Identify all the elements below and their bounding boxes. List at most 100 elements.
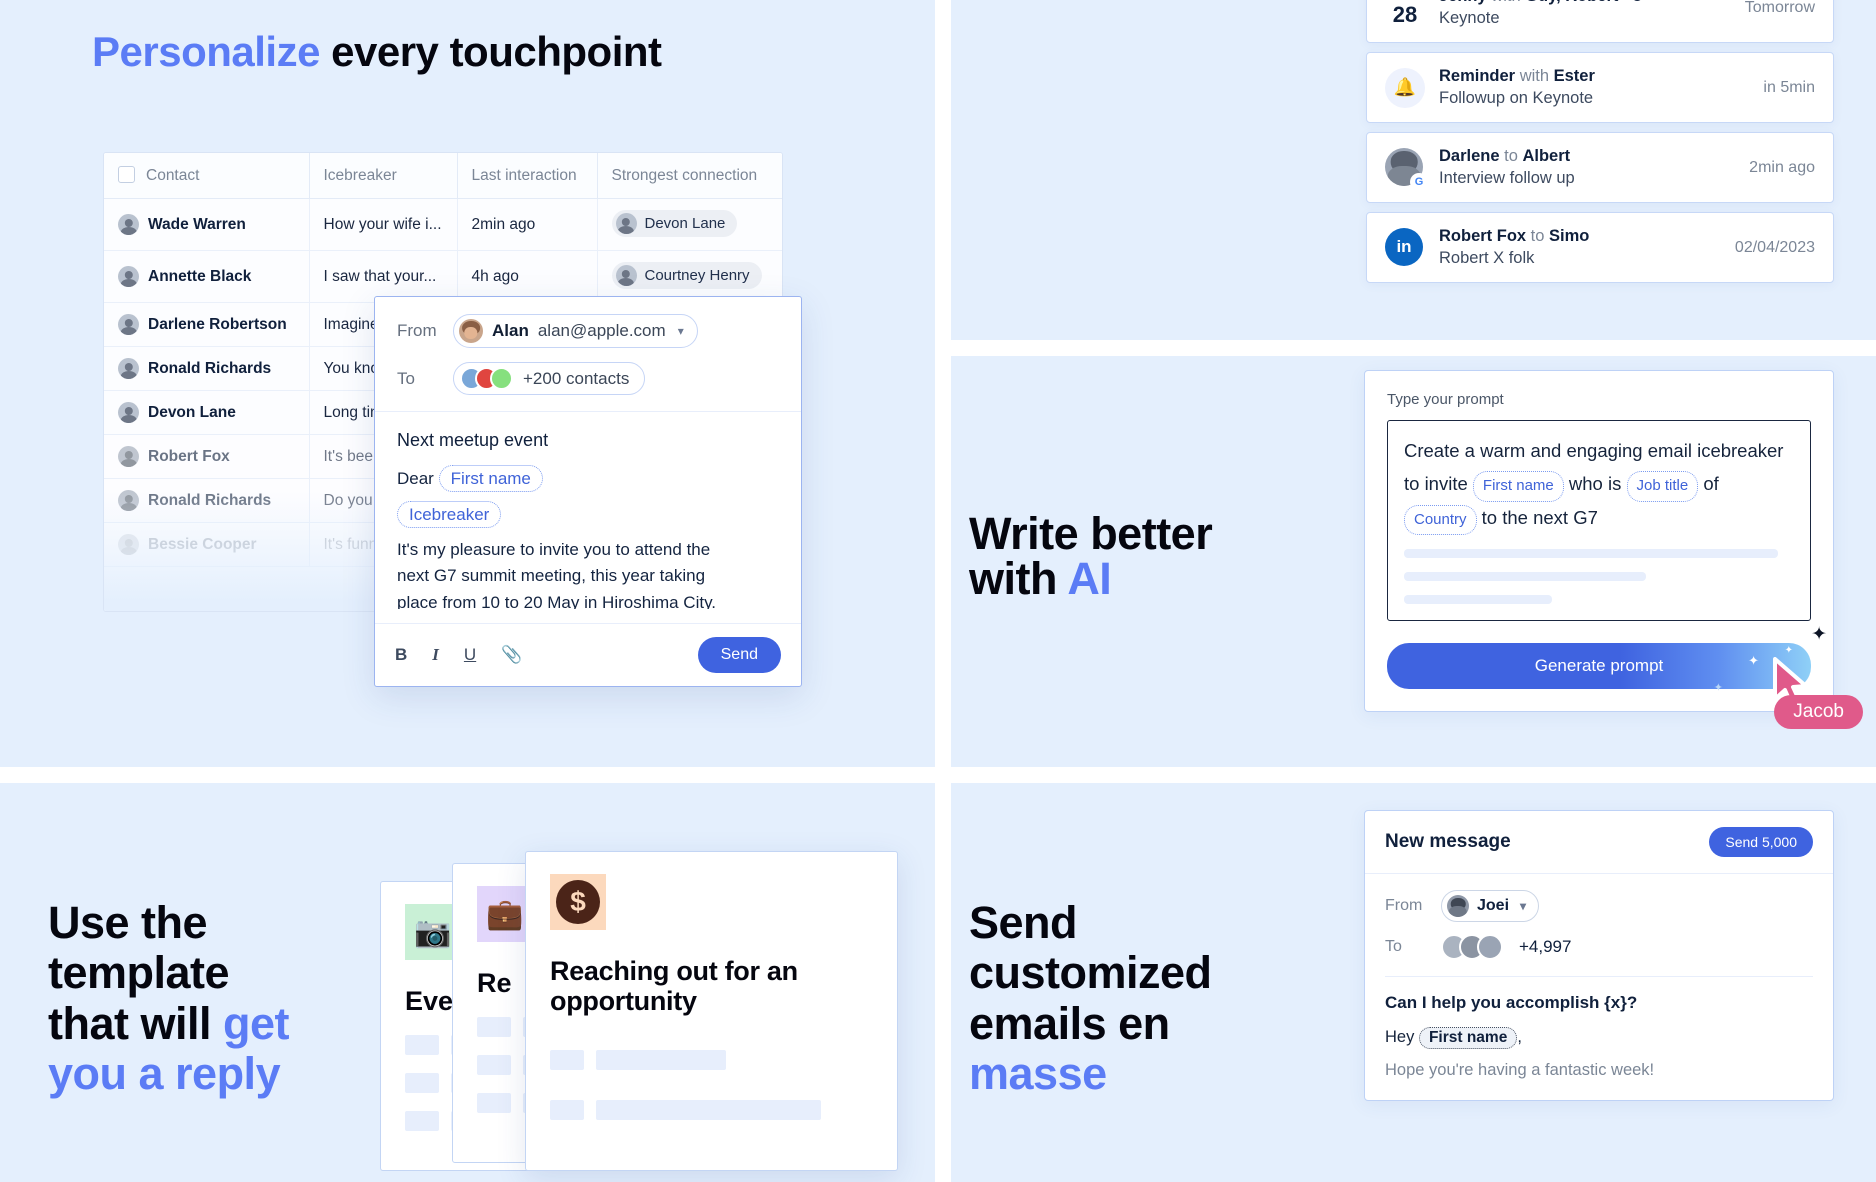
linkedin-icon: in (1385, 227, 1425, 268)
connection-pill[interactable]: Devon Lane (611, 210, 738, 237)
message-body-text: Hope you're having a fantastic week! (1385, 1061, 1655, 1079)
feed-item-email[interactable]: G Darlene to Albert Interview follow up … (1366, 132, 1834, 203)
template-card-active[interactable]: $ Reaching out for an opportunity (525, 851, 898, 1171)
feed-title-mid: with (1487, 0, 1526, 5)
cell-contact: Darlene Robertson (104, 302, 310, 347)
merge-token-country[interactable]: Country (1404, 504, 1477, 536)
table-row[interactable]: Wade Warren How your wife i... 2min ago … (104, 198, 782, 251)
avatar (118, 358, 139, 379)
avatar (615, 265, 637, 286)
send-button[interactable]: Send (697, 637, 781, 674)
column-label: Contact (146, 167, 200, 184)
avatar (615, 213, 637, 234)
compose-email-popup: From Alan alan@apple.com ▾ To +200 conta… (374, 296, 802, 688)
avatar (118, 314, 139, 335)
headline-line-3: that will get (48, 998, 290, 1049)
placeholder-block (405, 1073, 439, 1093)
page-title: Use the template that will get you a rep… (48, 897, 290, 1100)
feed-title-mid: to (1526, 227, 1550, 245)
placeholder-line (1404, 595, 1553, 605)
feed-title-a: Darlene (1439, 147, 1500, 165)
headline-with: with (969, 553, 1068, 604)
cell-contact: Ronald Richards (104, 346, 310, 391)
from-account-chip[interactable]: Alan alan@apple.com ▾ (453, 314, 698, 348)
feed-item-reminder[interactable]: 🔔 Reminder with Ester Followup on Keynot… (1366, 52, 1834, 123)
merge-token-first-name[interactable]: First name (438, 465, 543, 493)
to-count: +200 contacts (523, 368, 630, 388)
placeholder-block (405, 1035, 439, 1055)
headline-line-4: masse (969, 1048, 1107, 1100)
contact-name: Robert Fox (148, 447, 230, 465)
select-all-checkbox[interactable] (118, 166, 135, 183)
headline-line-1: Write better (969, 508, 1213, 559)
headline-line-2: template (48, 947, 230, 999)
cell-last-interaction: 4h ago (457, 250, 598, 303)
from-name: Joei (1477, 897, 1510, 914)
from-account-chip[interactable]: Joei ▾ (1441, 890, 1540, 922)
table-row[interactable]: Annette Black I saw that your... 4h ago … (104, 250, 782, 303)
email-body: It's my pleasure to invite you to attend… (397, 537, 779, 609)
placeholder-block (550, 1050, 584, 1071)
headline-line-2: customized (969, 947, 1212, 999)
merge-token-first-name[interactable]: First name (1472, 470, 1564, 502)
feed-title-a: Jenny (1439, 0, 1487, 5)
headline-line-3: emails en (969, 997, 1170, 1049)
prompt-part-3: of (1703, 472, 1719, 494)
feed-subtitle: Followup on Keynote (1439, 89, 1594, 107)
avatar (1447, 895, 1469, 917)
prompt-input[interactable]: Create a warm and engaging email icebrea… (1387, 420, 1811, 622)
feed-item-calendar[interactable]: Jan 28 Jenny with Guy, Robert +3 Keynote… (1366, 0, 1834, 43)
table-header-row: Contact Icebreaker Last interaction Stro… (104, 153, 782, 199)
page-title: Write better with AI (969, 508, 1213, 601)
template-card-stack: 📷 Eve 💼 Re $ Reaching out for an opportu… (380, 843, 910, 1173)
merge-token-first-name[interactable]: First name (1418, 1027, 1518, 1049)
formatting-toolbar: B I U 📎 (395, 645, 522, 665)
compose-body[interactable]: Next meetup event Dear First name Icebre… (375, 412, 801, 623)
feed-title-a: Robert Fox (1439, 227, 1527, 245)
email-subject: Next meetup event (397, 430, 549, 450)
send-bulk-button[interactable]: Send 5,000 (1709, 827, 1813, 857)
to-recipients-chip[interactable]: +200 contacts (453, 362, 646, 395)
underline-icon[interactable]: U (464, 645, 476, 665)
feed-title-b: Guy, Robert +3 (1525, 0, 1642, 5)
merge-token-icebreaker[interactable]: Icebreaker (397, 501, 502, 529)
connection-name: Courtney Henry (644, 267, 750, 284)
headline-line-2: with AI (969, 556, 1212, 601)
bold-icon[interactable]: B (395, 645, 407, 665)
generate-prompt-button[interactable]: Generate prompt (1387, 643, 1811, 690)
feed-time: 02/04/2023 (1734, 238, 1815, 256)
connection-pill[interactable]: Courtney Henry (611, 262, 762, 289)
right-column: Have full context before sending Jan 28 … (951, 0, 1876, 767)
feed-time: Tomorrow (1744, 0, 1815, 16)
avatar-stack (1441, 934, 1503, 960)
attachment-icon[interactable]: 📎 (501, 645, 522, 665)
headline-rest: every touchpoint (319, 28, 662, 75)
panel-context: Have full context before sending Jan 28 … (951, 0, 1876, 340)
greeting-comma: , (1517, 1028, 1522, 1046)
feed-item-linkedin[interactable]: in Robert Fox to Simo Robert X folk 02/0… (1366, 212, 1834, 283)
placeholder-block (477, 1017, 511, 1037)
placeholder-line (1404, 549, 1779, 559)
cell-last-interaction: 2min ago (457, 198, 598, 251)
italic-icon[interactable]: I (432, 645, 439, 665)
column-header-strongest-connection[interactable]: Strongest connection (597, 153, 782, 199)
column-header-last-interaction[interactable]: Last interaction (457, 153, 598, 199)
new-message-body[interactable]: Can I help you accomplish {x}? Hey First… (1365, 977, 1833, 1100)
merge-token-job-title[interactable]: Job title (1626, 470, 1699, 502)
from-email: alan@apple.com (537, 321, 666, 340)
feature-grid: Personalize every touchpoint Contact Ice… (0, 0, 1876, 1182)
contact-name: Devon Lane (148, 403, 236, 421)
from-label: From (397, 321, 437, 340)
cell-icebreaker: I saw that your... (309, 250, 458, 303)
column-header-contact[interactable]: Contact (104, 153, 310, 199)
generate-row: ✦ Generate prompt ✦ ✦ ✦ Jacob (1387, 624, 1863, 730)
placeholder-block (405, 1111, 439, 1131)
prompt-text: Create a warm and engaging email icebrea… (1404, 435, 1794, 536)
bell-icon: 🔔 (1385, 67, 1425, 108)
contact-name: Annette Black (148, 267, 252, 285)
body-line-2: next G7 summit meeting, this year taking (397, 566, 706, 586)
email-icebreaker-line: Icebreaker (397, 501, 779, 529)
column-header-icebreaker[interactable]: Icebreaker (309, 153, 458, 199)
body-line-3: place from 10 to 20 May in Hiroshima Cit… (397, 592, 717, 610)
page-title: Send customized emails en masse (969, 897, 1212, 1100)
